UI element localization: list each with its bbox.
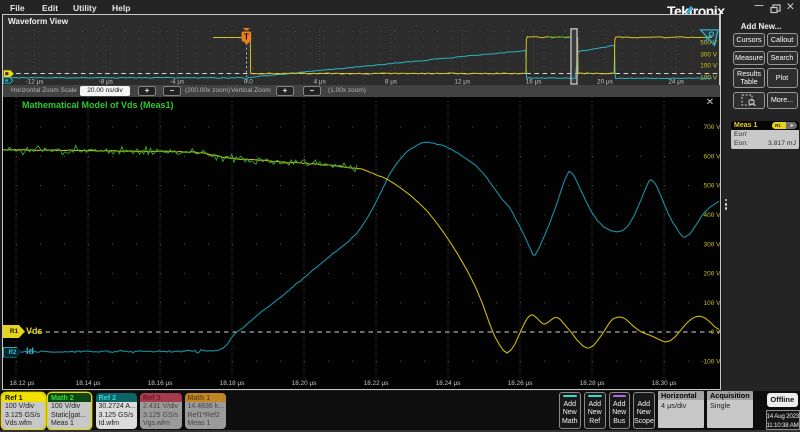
svg-text:0 V: 0 V <box>711 329 720 336</box>
svg-text:300 V: 300 V <box>704 241 721 248</box>
svg-text:200 V: 200 V <box>704 271 721 278</box>
svg-text:400 V: 400 V <box>704 212 721 219</box>
svg-text:18.22 μs: 18.22 μs <box>364 380 389 387</box>
svg-text:18.14 μs: 18.14 μs <box>76 380 101 387</box>
svg-text:100 V: 100 V <box>700 63 717 70</box>
svg-text:100 V: 100 V <box>704 300 721 307</box>
svg-text:18.24 μs: 18.24 μs <box>436 380 461 387</box>
svg-text:18.18 μs: 18.18 μs <box>220 380 245 387</box>
svg-text:18.16 μs: 18.16 μs <box>148 380 173 387</box>
svg-text:700 V: 700 V <box>704 124 721 131</box>
svg-text:18.30 μs: 18.30 μs <box>652 380 677 387</box>
svg-text:18.12 μs: 18.12 μs <box>10 380 35 387</box>
svg-text:600 V: 600 V <box>704 153 721 160</box>
svg-text:-100 V: -100 V <box>701 359 720 366</box>
svg-text:18.26 μs: 18.26 μs <box>508 380 533 387</box>
svg-text:300 V: 300 V <box>700 52 717 59</box>
svg-text:18.20 μs: 18.20 μs <box>292 380 317 387</box>
svg-text:T: T <box>244 33 249 42</box>
svg-text:18.28 μs: 18.28 μs <box>580 380 605 387</box>
svg-text:500 V: 500 V <box>704 183 721 190</box>
